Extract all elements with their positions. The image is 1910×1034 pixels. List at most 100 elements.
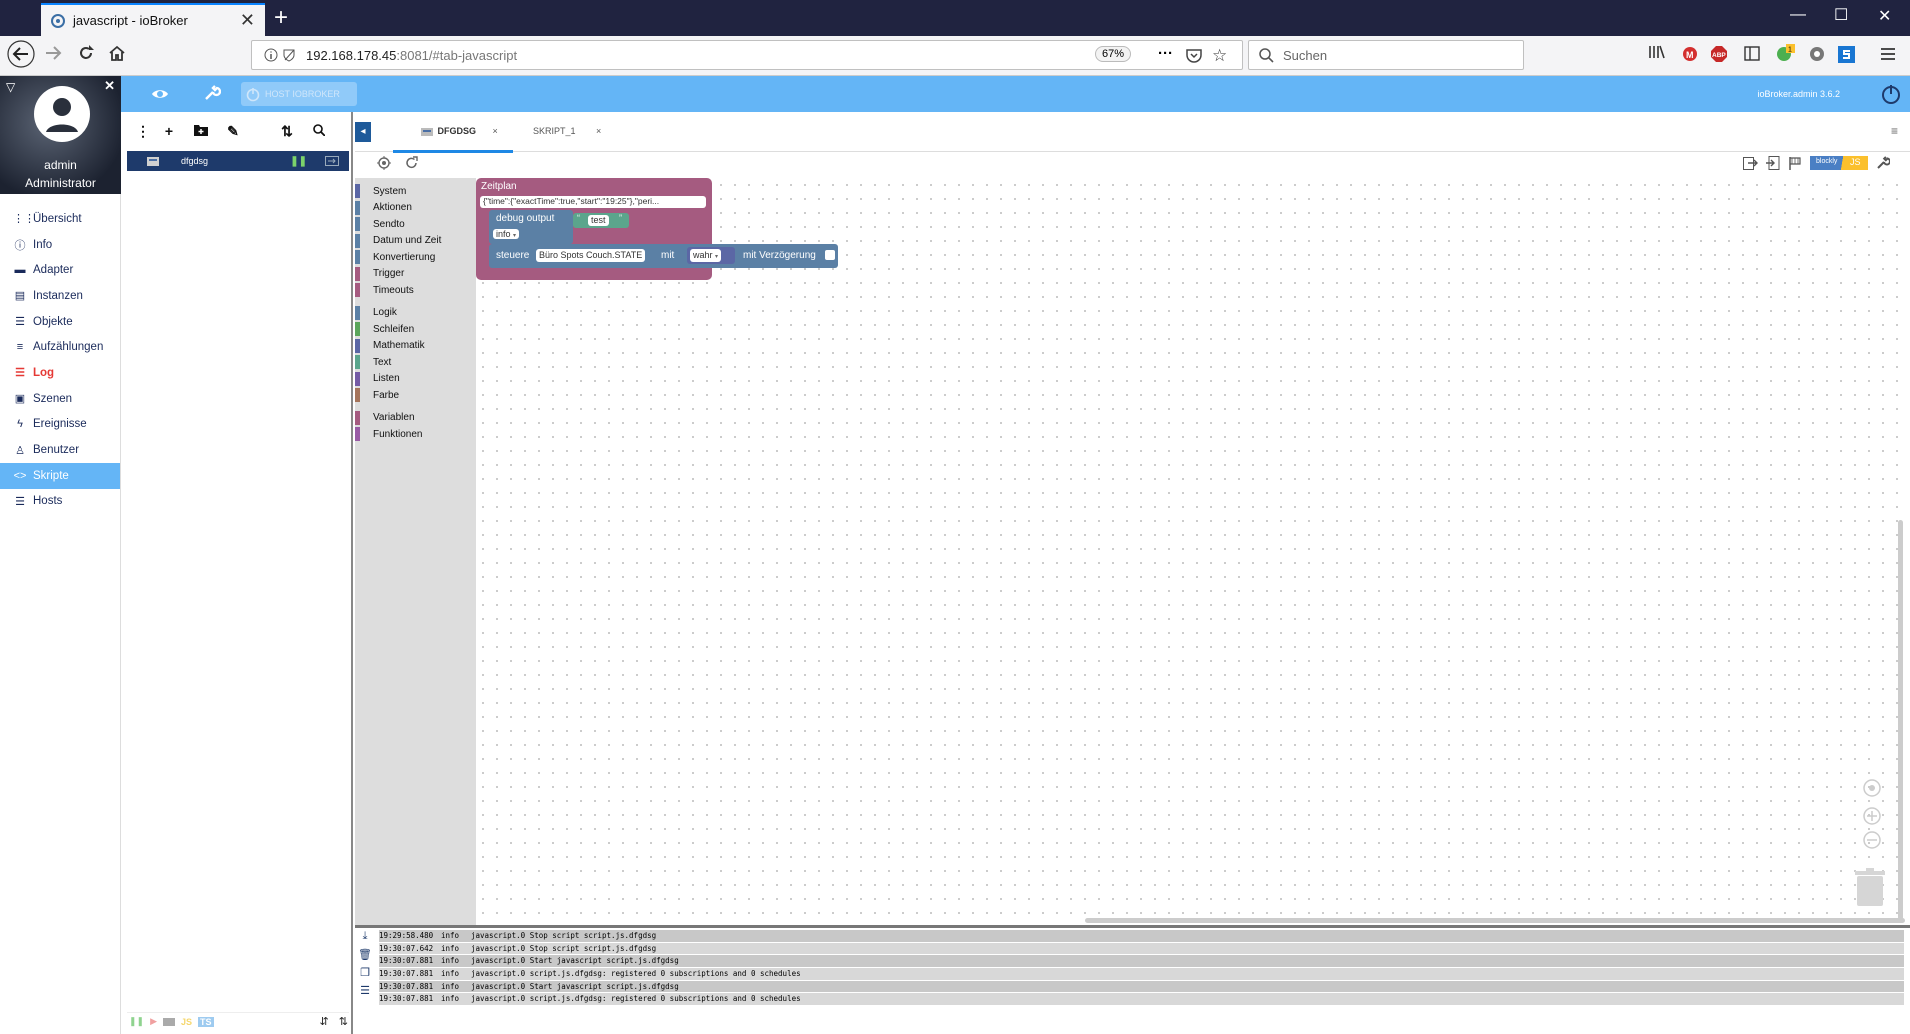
- wrench-icon[interactable]: [203, 84, 221, 102]
- sidebar-item-aufzaehlungen[interactable]: ≡ Aufzählungen: [0, 334, 120, 360]
- add-icon[interactable]: +: [153, 123, 185, 139]
- refresh-icon[interactable]: [405, 156, 418, 170]
- page-actions-icon[interactable]: ···: [1158, 45, 1173, 62]
- site-info-icon[interactable]: [264, 48, 278, 62]
- url-bar[interactable]: 192.168.178.45:8081/#tab-javascript 67% …: [251, 40, 1243, 70]
- pause-small-icon[interactable]: ❚❚: [129, 1016, 144, 1027]
- eye-icon[interactable]: [151, 85, 169, 103]
- toolbox-category[interactable]: Datum und Zeit: [355, 233, 476, 250]
- export-blocks-icon[interactable]: [1743, 156, 1758, 170]
- log-level-dropdown[interactable]: info ▾: [493, 229, 520, 239]
- zoom-out-icon[interactable]: [1862, 830, 1882, 850]
- forward-icon[interactable]: [44, 44, 62, 62]
- toolbox-category[interactable]: Variablen: [355, 410, 476, 427]
- sidebar-item-benutzer[interactable]: ♙ Benutzer: [0, 437, 120, 463]
- script-row-selected[interactable]: dfgdsg ❚❚: [127, 151, 349, 171]
- extension-badge-icon[interactable]: 1: [1776, 44, 1796, 62]
- expand-all-icon[interactable]: ⇵: [320, 1015, 329, 1028]
- logout-power-icon[interactable]: [1880, 83, 1902, 105]
- scroll-down-icon[interactable]: ⤓: [355, 930, 375, 948]
- boolean-value-block[interactable]: wahr ▾: [687, 247, 735, 264]
- blockly-js-toggle[interactable]: blockly JS: [1810, 156, 1868, 170]
- clear-log-icon[interactable]: 🗑: [355, 948, 375, 966]
- extension-s-icon[interactable]: [1838, 46, 1855, 63]
- zoom-in-icon[interactable]: [1862, 806, 1882, 826]
- object-id-field[interactable]: Büro Spots Couch.STATE: [536, 249, 646, 262]
- sort-icon[interactable]: ⇅: [271, 123, 303, 140]
- tracking-protection-icon[interactable]: [282, 48, 296, 62]
- export-icon[interactable]: [325, 156, 339, 166]
- flag-icon[interactable]: [1788, 156, 1802, 170]
- edit-pencil-icon[interactable]: ✎: [217, 123, 249, 140]
- toolbox-category[interactable]: Funktionen: [355, 426, 476, 443]
- toolbox-category[interactable]: System: [355, 183, 476, 200]
- adblock-icon[interactable]: ABP: [1711, 46, 1727, 62]
- url-text[interactable]: 192.168.178.45:8081/#tab-javascript: [306, 48, 517, 63]
- sidebar-item-skripte[interactable]: <> Skripte: [0, 462, 120, 489]
- import-blocks-icon[interactable]: [1766, 156, 1780, 170]
- tab-close-icon[interactable]: ×: [493, 126, 498, 136]
- blockly-filter-icon[interactable]: [163, 1017, 176, 1026]
- delay-checkbox[interactable]: [825, 250, 835, 260]
- blockly-workspace[interactable]: Zeitplan {"time":{"exactTime":true,"star…: [476, 178, 1904, 925]
- schedule-value-field[interactable]: {"time":{"exactTime":true,"start":"19:25…: [480, 196, 706, 208]
- sidebar-item-hosts[interactable]: ☰ Hosts: [0, 489, 120, 515]
- home-icon[interactable]: [108, 44, 126, 62]
- toolbox-category[interactable]: Sendto: [355, 216, 476, 233]
- pause-icon[interactable]: ❚❚: [290, 156, 307, 167]
- ts-filter-icon[interactable]: TS: [198, 1016, 214, 1027]
- debug-output-block[interactable]: debug output info ▾: [489, 210, 573, 244]
- caret-down-icon[interactable]: ▽: [6, 80, 15, 94]
- locate-icon[interactable]: [377, 156, 391, 170]
- toolbox-category[interactable]: Schleifen: [355, 321, 476, 338]
- trash-icon[interactable]: [1855, 868, 1885, 906]
- toolbox-category[interactable]: Timeouts: [355, 282, 476, 299]
- toolbox-category[interactable]: Trigger: [355, 266, 476, 283]
- collapse-panel-icon[interactable]: ◂: [355, 122, 371, 142]
- play-small-icon[interactable]: ▶: [150, 1016, 157, 1027]
- control-block[interactable]: steuere Büro Spots Couch.STATE mit wahr …: [489, 244, 838, 268]
- boolean-dropdown[interactable]: wahr ▾: [690, 249, 722, 262]
- tab-dfgdsg[interactable]: DFGDSG ×: [421, 126, 498, 136]
- settings-wrench-icon[interactable]: [1876, 156, 1890, 170]
- new-tab-button[interactable]: +: [274, 4, 288, 32]
- maximize-icon[interactable]: ☐: [1834, 5, 1848, 25]
- sidebar-item-ereignisse[interactable]: ϟ Ereignisse: [0, 412, 120, 438]
- horizontal-scrollbar[interactable]: [1085, 918, 1905, 923]
- browser-tab[interactable]: javascript - ioBroker ✕: [41, 3, 265, 36]
- minimize-icon[interactable]: —: [1790, 6, 1806, 24]
- search-field[interactable]: Suchen: [1248, 40, 1524, 70]
- sidebar-item-log[interactable]: ☰ Log: [0, 360, 120, 386]
- toolbox-category[interactable]: Logik: [355, 305, 476, 322]
- toolbox-category[interactable]: Aktionen: [355, 200, 476, 217]
- text-value-field[interactable]: test: [588, 215, 609, 226]
- zoom-indicator[interactable]: 67%: [1095, 46, 1132, 62]
- toolbox-category[interactable]: Text: [355, 354, 476, 371]
- sidebar-item-info[interactable]: ⓘ Info: [0, 232, 120, 258]
- hamburger-menu-icon[interactable]: [1880, 47, 1896, 61]
- editor-menu-icon[interactable]: ≡: [1891, 124, 1898, 138]
- vertical-scrollbar[interactable]: [1898, 520, 1903, 920]
- host-button[interactable]: HOST IOBROKER: [241, 82, 357, 106]
- tab-close-icon[interactable]: ✕: [240, 10, 255, 31]
- pocket-icon[interactable]: [1186, 48, 1202, 63]
- sidebar-item-objekte[interactable]: ☰ Objekte: [0, 309, 120, 335]
- toolbox-category[interactable]: Mathematik: [355, 338, 476, 355]
- extension-m-icon[interactable]: M: [1682, 46, 1698, 62]
- add-folder-icon[interactable]: [185, 123, 217, 139]
- sidebar-close-icon[interactable]: ✕: [104, 78, 115, 94]
- sidebar-item-instanzen[interactable]: ▤ Instanzen: [0, 283, 120, 309]
- log-list-icon[interactable]: ☰: [355, 984, 375, 1002]
- sidebar-item-adapter[interactable]: ▬ Adapter: [0, 257, 120, 283]
- recenter-icon[interactable]: [1862, 778, 1882, 798]
- collapse-all-icon[interactable]: ⇅: [339, 1015, 348, 1028]
- reload-icon[interactable]: [77, 44, 95, 62]
- toolbox-category[interactable]: Farbe: [355, 387, 476, 404]
- more-vert-icon[interactable]: ⋮: [133, 123, 153, 140]
- toolbox-category[interactable]: Listen: [355, 371, 476, 388]
- copy-log-icon[interactable]: ❐: [355, 966, 375, 984]
- tab-skript-1[interactable]: SKRIPT_1 ×: [533, 126, 601, 136]
- search-icon[interactable]: [303, 123, 335, 139]
- sidebar-item-uebersicht[interactable]: ⋮⋮ Übersicht: [0, 206, 120, 232]
- toolbox-category[interactable]: Konvertierung: [355, 249, 476, 266]
